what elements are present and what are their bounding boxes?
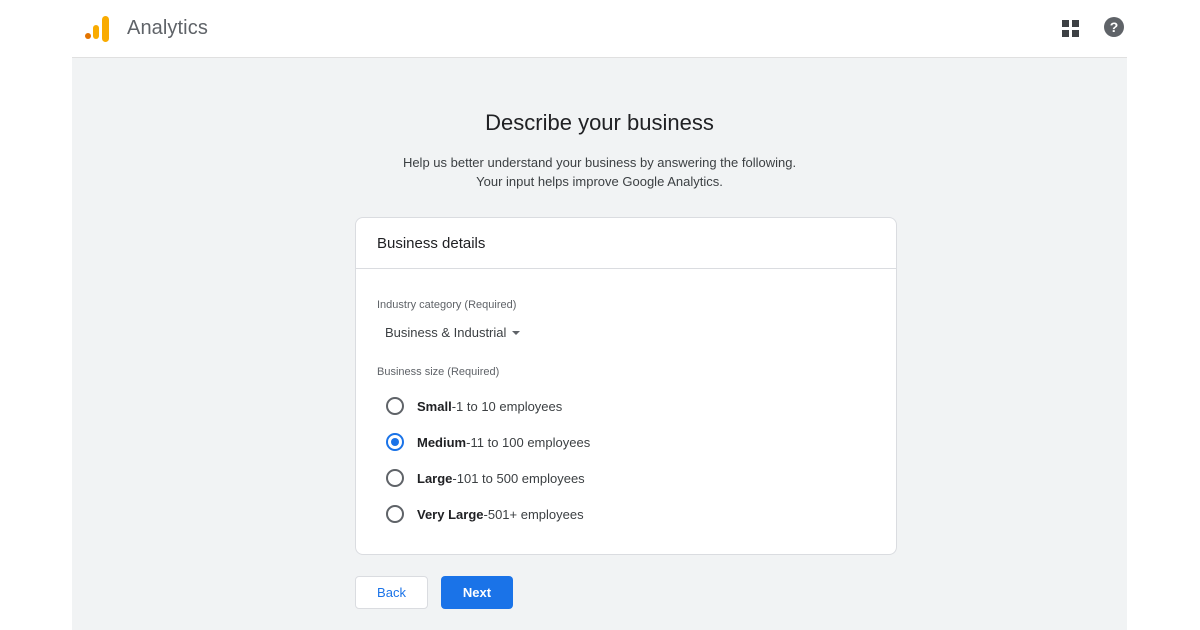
- app-title: Analytics: [127, 17, 208, 39]
- page-subtitle-line-2: Your input helps improve Google Analytic…: [476, 174, 723, 189]
- analytics-logo-icon: [85, 16, 109, 42]
- radio-option-name: Medium: [417, 434, 467, 450]
- radio-option-name: Very Large: [417, 506, 484, 522]
- industry-category-value: Business & Industrial: [385, 325, 507, 340]
- radio-button[interactable]: [386, 505, 404, 523]
- help-icon[interactable]: ?: [1104, 17, 1124, 37]
- radio-option-small[interactable]: Small - 1 to 10 employees: [386, 396, 562, 416]
- page-title: Describe your business: [485, 110, 714, 135]
- industry-category-select[interactable]: Business & Industrial: [385, 325, 521, 340]
- radio-option-name: Large: [417, 470, 453, 486]
- dropdown-caret-icon: [512, 330, 521, 335]
- radio-button[interactable]: [386, 397, 404, 415]
- radio-option-description: 501+ employees: [487, 506, 584, 522]
- business-details-card: Business details Industry category (Requ…: [355, 217, 897, 555]
- svg-text:?: ?: [1110, 19, 1119, 35]
- main-content: Describe your business Help us better un…: [72, 57, 1127, 630]
- radio-option-very-large[interactable]: Very Large - 501+ employees: [386, 504, 584, 524]
- top-app-bar: Analytics ?: [0, 0, 1200, 57]
- radio-option-description: 11 to 100 employees: [470, 434, 591, 450]
- radio-option-description: 101 to 500 employees: [456, 470, 585, 486]
- page-subtitle-line-1: Help us better understand your business …: [402, 155, 797, 170]
- card-header: Business details: [356, 218, 896, 269]
- radio-option-name: Small: [417, 398, 452, 414]
- industry-category-label: Industry category (Required): [377, 299, 517, 311]
- radio-button[interactable]: [386, 469, 404, 487]
- radio-option-medium[interactable]: Medium - 11 to 100 employees: [386, 432, 590, 452]
- next-button[interactable]: Next: [441, 576, 513, 609]
- business-size-label: Business size (Required): [377, 366, 500, 378]
- back-button[interactable]: Back: [355, 576, 428, 609]
- radio-option-large[interactable]: Large - 101 to 500 employees: [386, 468, 585, 488]
- apps-grid-icon[interactable]: [1062, 20, 1079, 37]
- page-subtitle: Help us better understand your business …: [72, 153, 1127, 191]
- radio-option-description: 1 to 10 employees: [456, 398, 563, 414]
- radio-button[interactable]: [386, 433, 404, 451]
